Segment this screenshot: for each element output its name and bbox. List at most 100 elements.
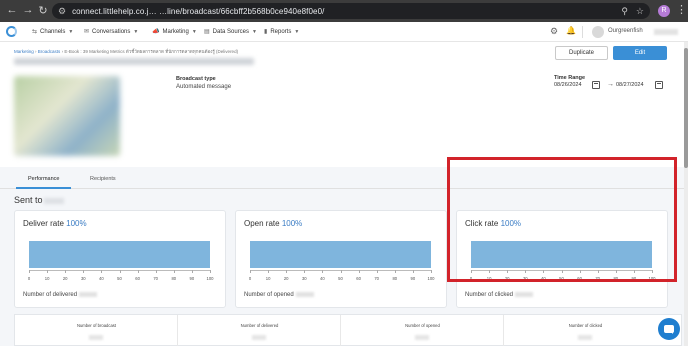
open-rate-bar: [250, 241, 431, 268]
user-avatar[interactable]: [592, 26, 604, 38]
axis-tick-label: 50: [338, 276, 343, 281]
axis-tick-mark: [173, 270, 175, 273]
app-top-nav: ⇆ Channels ▼ ✉ Conversations ▼ 📣 Marketi…: [0, 22, 688, 42]
breadcrumb: Marketing › Broadcasts › E-Book : 39 Mar…: [14, 49, 239, 54]
nav-reports[interactable]: ▮ Reports ▼: [264, 28, 300, 36]
axis-tick-label: 90: [410, 276, 416, 281]
rate-percent: 100%: [66, 219, 87, 228]
nav-channels-label: Channels: [40, 28, 66, 35]
reload-icon[interactable]: ↻: [35, 4, 51, 17]
chevron-down-icon: ▼: [252, 28, 257, 35]
page-scrollbar[interactable]: [684, 42, 688, 346]
open-rate-card: Open rate 100% 0 10 20 30 40 50 60 70 80 90 100 Nu…: [235, 210, 447, 308]
axis-tick-mark: [210, 270, 211, 273]
axis-tick-mark: [304, 270, 306, 273]
redacted-sent-to: [44, 198, 64, 204]
axis-tick-mark: [137, 270, 139, 273]
axis-tick-mark: [119, 270, 121, 273]
scrollbar-thumb[interactable]: [684, 48, 688, 168]
deliver-rate-bar: [29, 241, 210, 268]
axis-tick-label: 50: [117, 276, 122, 281]
tab-performance[interactable]: Performance: [28, 176, 60, 182]
active-tab-indicator: [16, 187, 71, 189]
card-title: Deliver rate 100%: [23, 219, 87, 228]
axis-tick-mark: [155, 270, 157, 273]
divider: [582, 26, 583, 38]
chevron-down-icon: ▼: [294, 28, 300, 35]
search-icon[interactable]: ⚲: [621, 6, 628, 17]
app-logo[interactable]: [6, 26, 17, 37]
broadcast-type-label: Broadcast type: [176, 76, 216, 82]
calendar-icon[interactable]: [592, 81, 600, 89]
address-bar[interactable]: ⚙ connect.littlehelp.co.j… …line/broadca…: [52, 3, 650, 19]
breadcrumb-current: E-Book : 39 Marketing Metrics ตัวชี้วัดผ…: [64, 49, 239, 54]
axis-tick-label: 10: [265, 276, 271, 281]
chart-icon: ▮: [264, 29, 268, 35]
nav-marketing[interactable]: 📣 Marketing ▼: [152, 28, 197, 36]
browser-toolbar: ← → ↻ ⚙ connect.littlehelp.co.j… …line/b…: [0, 0, 688, 22]
nav-data-sources-label: Data Sources: [212, 28, 250, 35]
broadcast-type-value: Automated message: [176, 84, 232, 90]
axis-tick-mark: [412, 270, 414, 273]
click-rate-highlight-box: [447, 157, 677, 282]
axis-tick-label: 20: [283, 276, 289, 281]
axis-tick-mark: [47, 270, 49, 273]
card-footer: Number of delivered: [23, 292, 98, 298]
duplicate-button[interactable]: Duplicate: [555, 46, 608, 60]
axis-tick-label: 10: [44, 276, 50, 281]
axis-tick-label: 70: [374, 276, 380, 281]
site-info-icon[interactable]: ⚙: [58, 6, 66, 17]
axis-tick-label: 40: [320, 276, 325, 281]
breadcrumb-broadcasts[interactable]: Broadcasts: [38, 49, 61, 54]
chat-support-button[interactable]: [658, 318, 680, 340]
nav-channels[interactable]: ⇆ Channels ▼: [32, 28, 73, 36]
axis-tick-label: 0: [27, 276, 31, 281]
breadcrumb-marketing[interactable]: Marketing: [14, 49, 34, 54]
axis-tick-label: 100: [427, 276, 435, 281]
axis-tick-label: 60: [356, 276, 361, 281]
axis-tick-mark: [286, 270, 288, 273]
stat-opened: Number of opened: [341, 315, 504, 346]
tab-recipients[interactable]: Recipients: [90, 176, 116, 182]
axis-tick-label: 20: [62, 276, 68, 281]
axis-tick-label: 30: [80, 276, 86, 281]
nav-reports-label: Reports: [270, 28, 292, 35]
arrow-right-icon: →: [607, 81, 614, 88]
rate-percent: 100%: [281, 219, 303, 228]
axis-tick-mark: [431, 270, 432, 273]
broadcast-thumbnail: [14, 76, 120, 156]
settings-gear-icon[interactable]: ⚙: [550, 26, 558, 37]
bar-track: [250, 241, 431, 268]
user-name[interactable]: Ourgreenfish: [608, 28, 643, 34]
axis-tick-label: 30: [301, 276, 307, 281]
axis-tick-mark: [83, 270, 85, 273]
stats-summary-row: Number of broadcast Number of delivered …: [14, 314, 682, 346]
forward-icon[interactable]: →: [20, 4, 36, 16]
nav-conversations[interactable]: ✉ Conversations ▼: [84, 28, 138, 36]
kebab-menu-icon[interactable]: ⋮: [676, 3, 687, 16]
nav-conversations-label: Conversations: [92, 28, 131, 35]
date-to-field[interactable]: 08/27/2024: [616, 82, 644, 88]
axis-tick-label: 90: [189, 276, 195, 281]
notification-bell-icon[interactable]: 🔔: [566, 26, 576, 35]
deliver-rate-card: Deliver rate 100% 0 10 20 30 40 50 60 70 80 90 100…: [14, 210, 226, 308]
profile-avatar[interactable]: R: [658, 5, 670, 17]
date-from-field[interactable]: 08/26/2024: [554, 82, 582, 88]
nav-data-sources[interactable]: ▤ Data Sources ▼: [204, 28, 257, 36]
axis-tick-label: 70: [153, 276, 159, 281]
edit-button[interactable]: Edit: [613, 46, 667, 60]
bookmark-star-icon[interactable]: ☆: [636, 6, 644, 17]
nav-marketing-label: Marketing: [162, 28, 189, 35]
stat-broadcast: Number of broadcast: [15, 315, 178, 346]
chevron-down-icon: ▼: [191, 28, 197, 35]
back-icon[interactable]: ←: [4, 4, 20, 16]
axis-tick-mark: [322, 270, 324, 273]
url-text[interactable]: connect.littlehelp.co.j… …line/broadcast…: [72, 7, 324, 16]
axis-tick-label: 100: [206, 276, 214, 281]
stat-delivered: Number of delivered: [178, 315, 341, 346]
calendar-icon[interactable]: [655, 81, 663, 89]
axis-tick-label: 0: [248, 276, 252, 281]
broadcast-header: Marketing › Broadcasts › E-Book : 39 Mar…: [0, 42, 684, 167]
time-range-label: Time Range: [554, 75, 586, 81]
stat-clicked: Number of clicked: [504, 315, 667, 346]
